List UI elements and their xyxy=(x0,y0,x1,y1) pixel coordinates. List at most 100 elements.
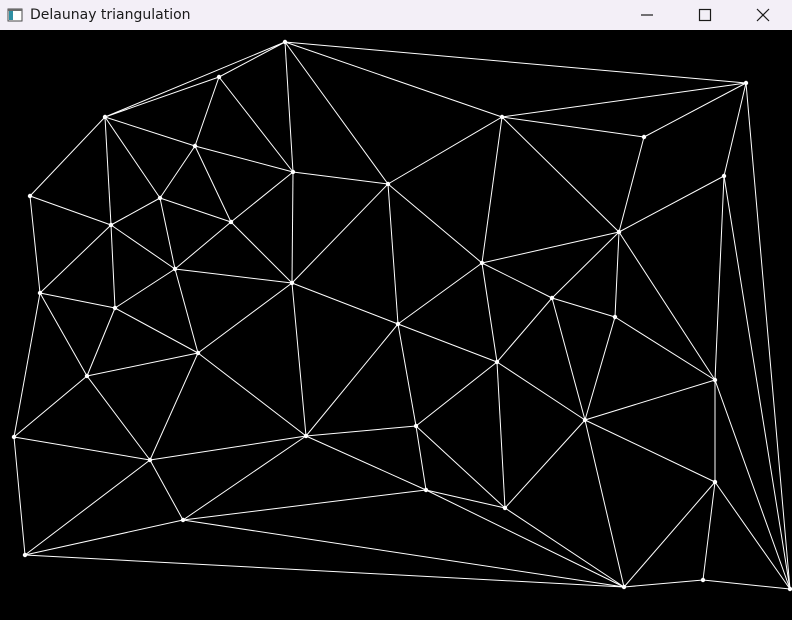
vertex-point xyxy=(147,457,153,463)
title-bar[interactable]: Delaunay triangulation xyxy=(0,0,792,30)
vertex-point xyxy=(216,74,222,80)
triangle-edge xyxy=(29,195,41,294)
vertex-point xyxy=(549,295,555,301)
triangle-edge xyxy=(702,579,791,590)
triangle-edge xyxy=(39,224,112,294)
triangle-edge xyxy=(104,116,161,199)
triangle-edge xyxy=(104,76,220,118)
triangle-edge xyxy=(714,175,725,381)
triangle-edge xyxy=(291,282,307,437)
vertex-point xyxy=(494,359,500,365)
triangle-edge xyxy=(13,436,151,461)
triangle-edge xyxy=(194,145,232,223)
triangle-edge xyxy=(305,425,417,437)
triangle-edge xyxy=(39,292,88,377)
triangle-edge xyxy=(291,171,294,284)
triangle-edge xyxy=(159,197,232,223)
vertex-point xyxy=(582,417,588,423)
vertex-point xyxy=(413,423,419,429)
triangle-edge xyxy=(292,171,389,185)
triangle-edge xyxy=(723,175,791,590)
triangle-edge xyxy=(104,116,196,147)
triangle-edge xyxy=(481,116,503,264)
triangle-edge xyxy=(387,183,399,325)
triangulation-canvas[interactable] xyxy=(0,30,792,620)
triangle-edge xyxy=(159,145,196,199)
triangle-edge xyxy=(110,197,161,226)
triangle-edge xyxy=(584,316,616,421)
triangle-edge xyxy=(159,197,176,270)
triangle-edges xyxy=(13,41,791,590)
triangle-edge xyxy=(110,224,176,270)
triangle-edge xyxy=(230,171,294,223)
triangle-edge xyxy=(623,481,716,588)
triangle-edge xyxy=(643,82,747,138)
triangle-edge xyxy=(723,82,747,177)
triangle-edge xyxy=(86,307,116,377)
triangle-edge xyxy=(501,116,645,138)
triangle-edge xyxy=(618,136,645,233)
triangle-edge xyxy=(284,41,294,173)
close-button[interactable] xyxy=(734,0,792,30)
maximize-icon xyxy=(698,8,712,22)
triangle-edge xyxy=(387,183,483,264)
triangle-edge xyxy=(284,41,389,185)
vertex-point xyxy=(721,173,727,179)
triangle-edge xyxy=(702,481,716,581)
triangle-edge xyxy=(218,41,286,78)
minimize-icon xyxy=(641,14,653,16)
minimize-button[interactable] xyxy=(618,0,676,30)
triangle-edge xyxy=(305,435,427,491)
triangle-edge xyxy=(194,76,220,147)
triangle-edge xyxy=(182,519,625,588)
vertex-point xyxy=(22,552,28,558)
triangle-edge xyxy=(104,116,112,226)
triangle-edge xyxy=(614,316,716,381)
triangle-edge xyxy=(284,41,747,84)
vertex-point xyxy=(787,586,792,592)
triangle-edge xyxy=(387,116,503,185)
triangle-edge xyxy=(481,231,620,264)
vertex-point xyxy=(289,280,295,286)
triangle-edge xyxy=(218,76,294,173)
triangle-edge xyxy=(481,262,498,363)
vertex-point xyxy=(192,143,198,149)
triangle-edge xyxy=(29,195,112,226)
vertex-point xyxy=(621,584,627,590)
triangle-edge xyxy=(149,459,184,521)
triangle-edge xyxy=(305,323,399,437)
triangle-edge xyxy=(174,221,232,270)
triangle-edge xyxy=(501,82,747,118)
vertex-point xyxy=(423,487,429,493)
triangle-edge xyxy=(110,224,116,309)
triangle-edge xyxy=(415,425,506,509)
vertex-point xyxy=(502,505,508,511)
triangle-edge xyxy=(618,231,716,381)
triangle-edge xyxy=(425,489,506,509)
triangle-edge xyxy=(104,41,286,118)
vertex-point xyxy=(102,114,108,120)
triangle-edge xyxy=(149,435,307,461)
triangle-edge xyxy=(614,231,620,318)
triangle-edge xyxy=(194,145,294,173)
vertex-point xyxy=(172,266,178,272)
vertex-point xyxy=(499,114,505,120)
triangle-edge xyxy=(481,262,553,299)
vertex-point xyxy=(712,479,718,485)
triangle-edge xyxy=(504,419,586,509)
vertex-point xyxy=(108,222,114,228)
vertex-point xyxy=(282,39,288,45)
maximize-button[interactable] xyxy=(676,0,734,30)
app-window-icon xyxy=(7,7,23,23)
triangle-edge xyxy=(174,268,293,284)
triangle-edge xyxy=(197,282,293,354)
triangle-edge xyxy=(504,507,625,588)
triangle-edge xyxy=(415,361,498,427)
triangle-edge xyxy=(13,436,26,556)
vertex-point xyxy=(195,350,201,356)
window-controls xyxy=(618,0,792,30)
triangle-edge xyxy=(397,262,483,325)
triangle-edge xyxy=(197,352,307,437)
triangle-edge xyxy=(584,379,716,421)
triangle-edge xyxy=(291,282,399,325)
